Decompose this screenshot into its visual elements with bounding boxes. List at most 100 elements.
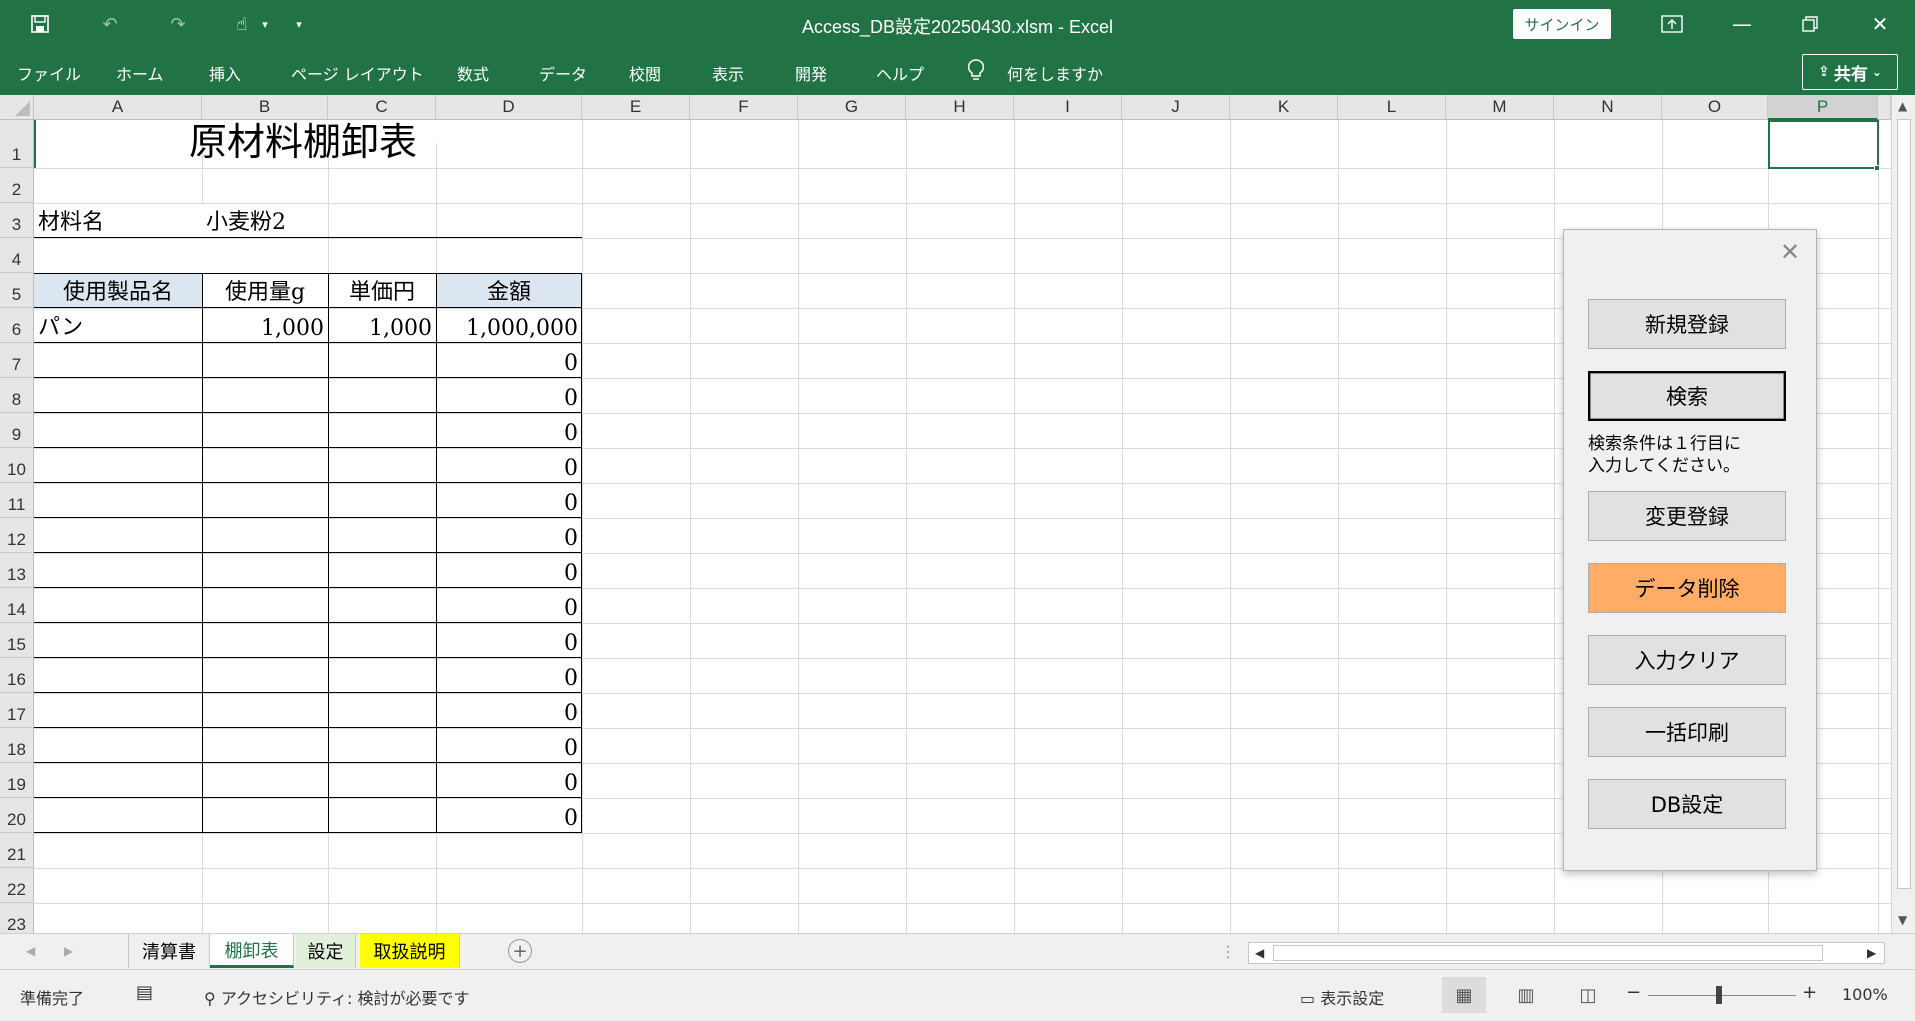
selected-cell[interactable] <box>1768 120 1879 169</box>
row-header-14[interactable]: 14 <box>0 588 34 623</box>
row-header-17[interactable]: 17 <box>0 693 34 728</box>
column-header-k[interactable]: K <box>1230 95 1338 120</box>
row-header-18[interactable]: 18 <box>0 728 34 763</box>
close-icon[interactable]: ✕ <box>1780 238 1800 266</box>
zoom-level[interactable]: 100% <box>1842 985 1888 1004</box>
cell-amount[interactable]: 0 <box>436 343 582 378</box>
cell-amount[interactable]: 0 <box>436 728 582 763</box>
search-button[interactable]: 検索 <box>1588 371 1786 421</box>
row-header-16[interactable]: 16 <box>0 658 34 693</box>
tab-data[interactable]: データ <box>539 61 587 85</box>
tab-home[interactable]: ホーム <box>116 61 164 85</box>
row-header-5[interactable]: 5 <box>0 273 34 308</box>
cell-amount[interactable]: 0 <box>436 448 582 483</box>
row-header-23[interactable]: 23 <box>0 903 34 933</box>
clear-input-button[interactable]: 入力クリア <box>1588 635 1786 685</box>
row-header-22[interactable]: 22 <box>0 868 34 903</box>
scroll-right-icon[interactable]: ▶ <box>1867 946 1876 960</box>
sheet-title[interactable]: 原材料棚卸表 <box>34 120 582 168</box>
zoom-in-icon[interactable]: + <box>1802 982 1817 1003</box>
signin-button[interactable]: サインイン <box>1513 9 1611 39</box>
column-header-j[interactable]: J <box>1122 95 1230 120</box>
cell-qty[interactable]: 1,000 <box>202 308 328 343</box>
row-header-8[interactable]: 8 <box>0 378 34 413</box>
add-sheet-icon[interactable]: + <box>508 939 532 963</box>
delete-data-button[interactable]: データ削除 <box>1588 563 1786 613</box>
sheet-tab-statement[interactable]: 清算書 <box>128 934 210 968</box>
cell-amount[interactable]: 0 <box>436 518 582 553</box>
column-header-d[interactable]: D <box>436 95 582 120</box>
header-amount[interactable]: 金額 <box>436 273 582 308</box>
column-header-c[interactable]: C <box>328 95 436 120</box>
column-header-l[interactable]: L <box>1338 95 1446 120</box>
horizontal-scroll-thumb[interactable] <box>1273 945 1823 961</box>
minimize-icon[interactable]: — <box>1714 6 1770 42</box>
row-header-21[interactable]: 21 <box>0 833 34 868</box>
column-header-o[interactable]: O <box>1662 95 1768 120</box>
cell-amount[interactable]: 1,000,000 <box>436 308 582 343</box>
row-header-11[interactable]: 11 <box>0 483 34 518</box>
material-label[interactable]: 材料名 <box>34 203 202 238</box>
next-sheet-icon[interactable]: ▶ <box>64 944 73 958</box>
header-qty[interactable]: 使用量g <box>202 273 328 308</box>
column-header-a[interactable]: A <box>34 95 202 120</box>
update-register-button[interactable]: 変更登録 <box>1588 491 1786 541</box>
cell-amount[interactable]: 0 <box>436 413 582 448</box>
tab-split-handle[interactable]: ⋮ <box>1220 942 1236 961</box>
column-header-m[interactable]: M <box>1446 95 1554 120</box>
horizontal-scrollbar[interactable]: ◀ ▶ <box>1248 942 1885 964</box>
row-header-19[interactable]: 19 <box>0 763 34 798</box>
row-header-10[interactable]: 10 <box>0 448 34 483</box>
display-settings-button[interactable]: ▭ 表示設定 <box>1300 985 1384 1009</box>
sheet-tab-settings[interactable]: 設定 <box>296 934 356 968</box>
row-header-2[interactable]: 2 <box>0 168 34 203</box>
row-header-6[interactable]: 6 <box>0 308 34 343</box>
fill-handle[interactable] <box>1874 165 1880 171</box>
row-header-13[interactable]: 13 <box>0 553 34 588</box>
cell-amount[interactable]: 0 <box>436 763 582 798</box>
cell-amount[interactable]: 0 <box>436 588 582 623</box>
header-price[interactable]: 単価円 <box>328 273 436 308</box>
tab-formulas[interactable]: 数式 <box>457 61 489 85</box>
row-header-1[interactable]: 1 <box>0 120 34 168</box>
tab-page-layout[interactable]: ページ レイアウト <box>291 61 424 85</box>
column-header-f[interactable]: F <box>690 95 798 120</box>
vertical-scroll-thumb[interactable] <box>1897 119 1911 889</box>
row-header-15[interactable]: 15 <box>0 623 34 658</box>
tell-me-search[interactable]: 何をしますか <box>1007 61 1103 85</box>
cell-amount[interactable]: 0 <box>436 378 582 413</box>
column-header-b[interactable]: B <box>202 95 328 120</box>
select-all-corner[interactable] <box>0 95 34 120</box>
normal-view-icon[interactable]: ▦ <box>1442 977 1486 1013</box>
page-layout-view-icon[interactable]: ▥ <box>1504 977 1548 1013</box>
cell-amount[interactable]: 0 <box>436 798 582 833</box>
sheet-tab-inventory[interactable]: 棚卸表 <box>210 934 294 968</box>
ribbon-display-icon[interactable] <box>1644 6 1700 42</box>
column-header-g[interactable]: G <box>798 95 906 120</box>
column-header-n[interactable]: N <box>1554 95 1662 120</box>
cell-product[interactable]: パン <box>34 308 202 343</box>
scroll-down-icon[interactable]: ▼ <box>1898 913 1907 927</box>
tab-review[interactable]: 校閲 <box>629 61 661 85</box>
tab-insert[interactable]: 挿入 <box>209 61 241 85</box>
material-value[interactable]: 小麦粉2 <box>202 203 582 238</box>
macro-record-icon[interactable]: ▤ <box>136 982 153 1003</box>
tab-help[interactable]: ヘルプ <box>876 61 924 85</box>
close-icon[interactable]: ✕ <box>1852 6 1908 42</box>
cell-amount[interactable]: 0 <box>436 623 582 658</box>
row-header-20[interactable]: 20 <box>0 798 34 833</box>
column-header-h[interactable]: H <box>906 95 1014 120</box>
new-register-button[interactable]: 新規登録 <box>1588 299 1786 349</box>
column-header-q[interactable] <box>1878 95 1891 120</box>
share-button[interactable]: ⇪ 共有 ⌄ <box>1802 54 1898 90</box>
row-header-4[interactable]: 4 <box>0 238 34 273</box>
header-product[interactable]: 使用製品名 <box>34 273 202 308</box>
prev-sheet-icon[interactable]: ◀ <box>26 944 35 958</box>
row-header-3[interactable]: 3 <box>0 203 34 238</box>
tab-file[interactable]: ファイル <box>17 61 81 85</box>
row-header-12[interactable]: 12 <box>0 518 34 553</box>
zoom-slider-thumb[interactable] <box>1716 986 1722 1004</box>
accessibility-status[interactable]: ⚲ アクセシビリティ: 検討が必要です <box>204 985 470 1009</box>
zoom-out-icon[interactable]: − <box>1626 982 1641 1003</box>
column-header-p[interactable]: P <box>1768 95 1878 120</box>
